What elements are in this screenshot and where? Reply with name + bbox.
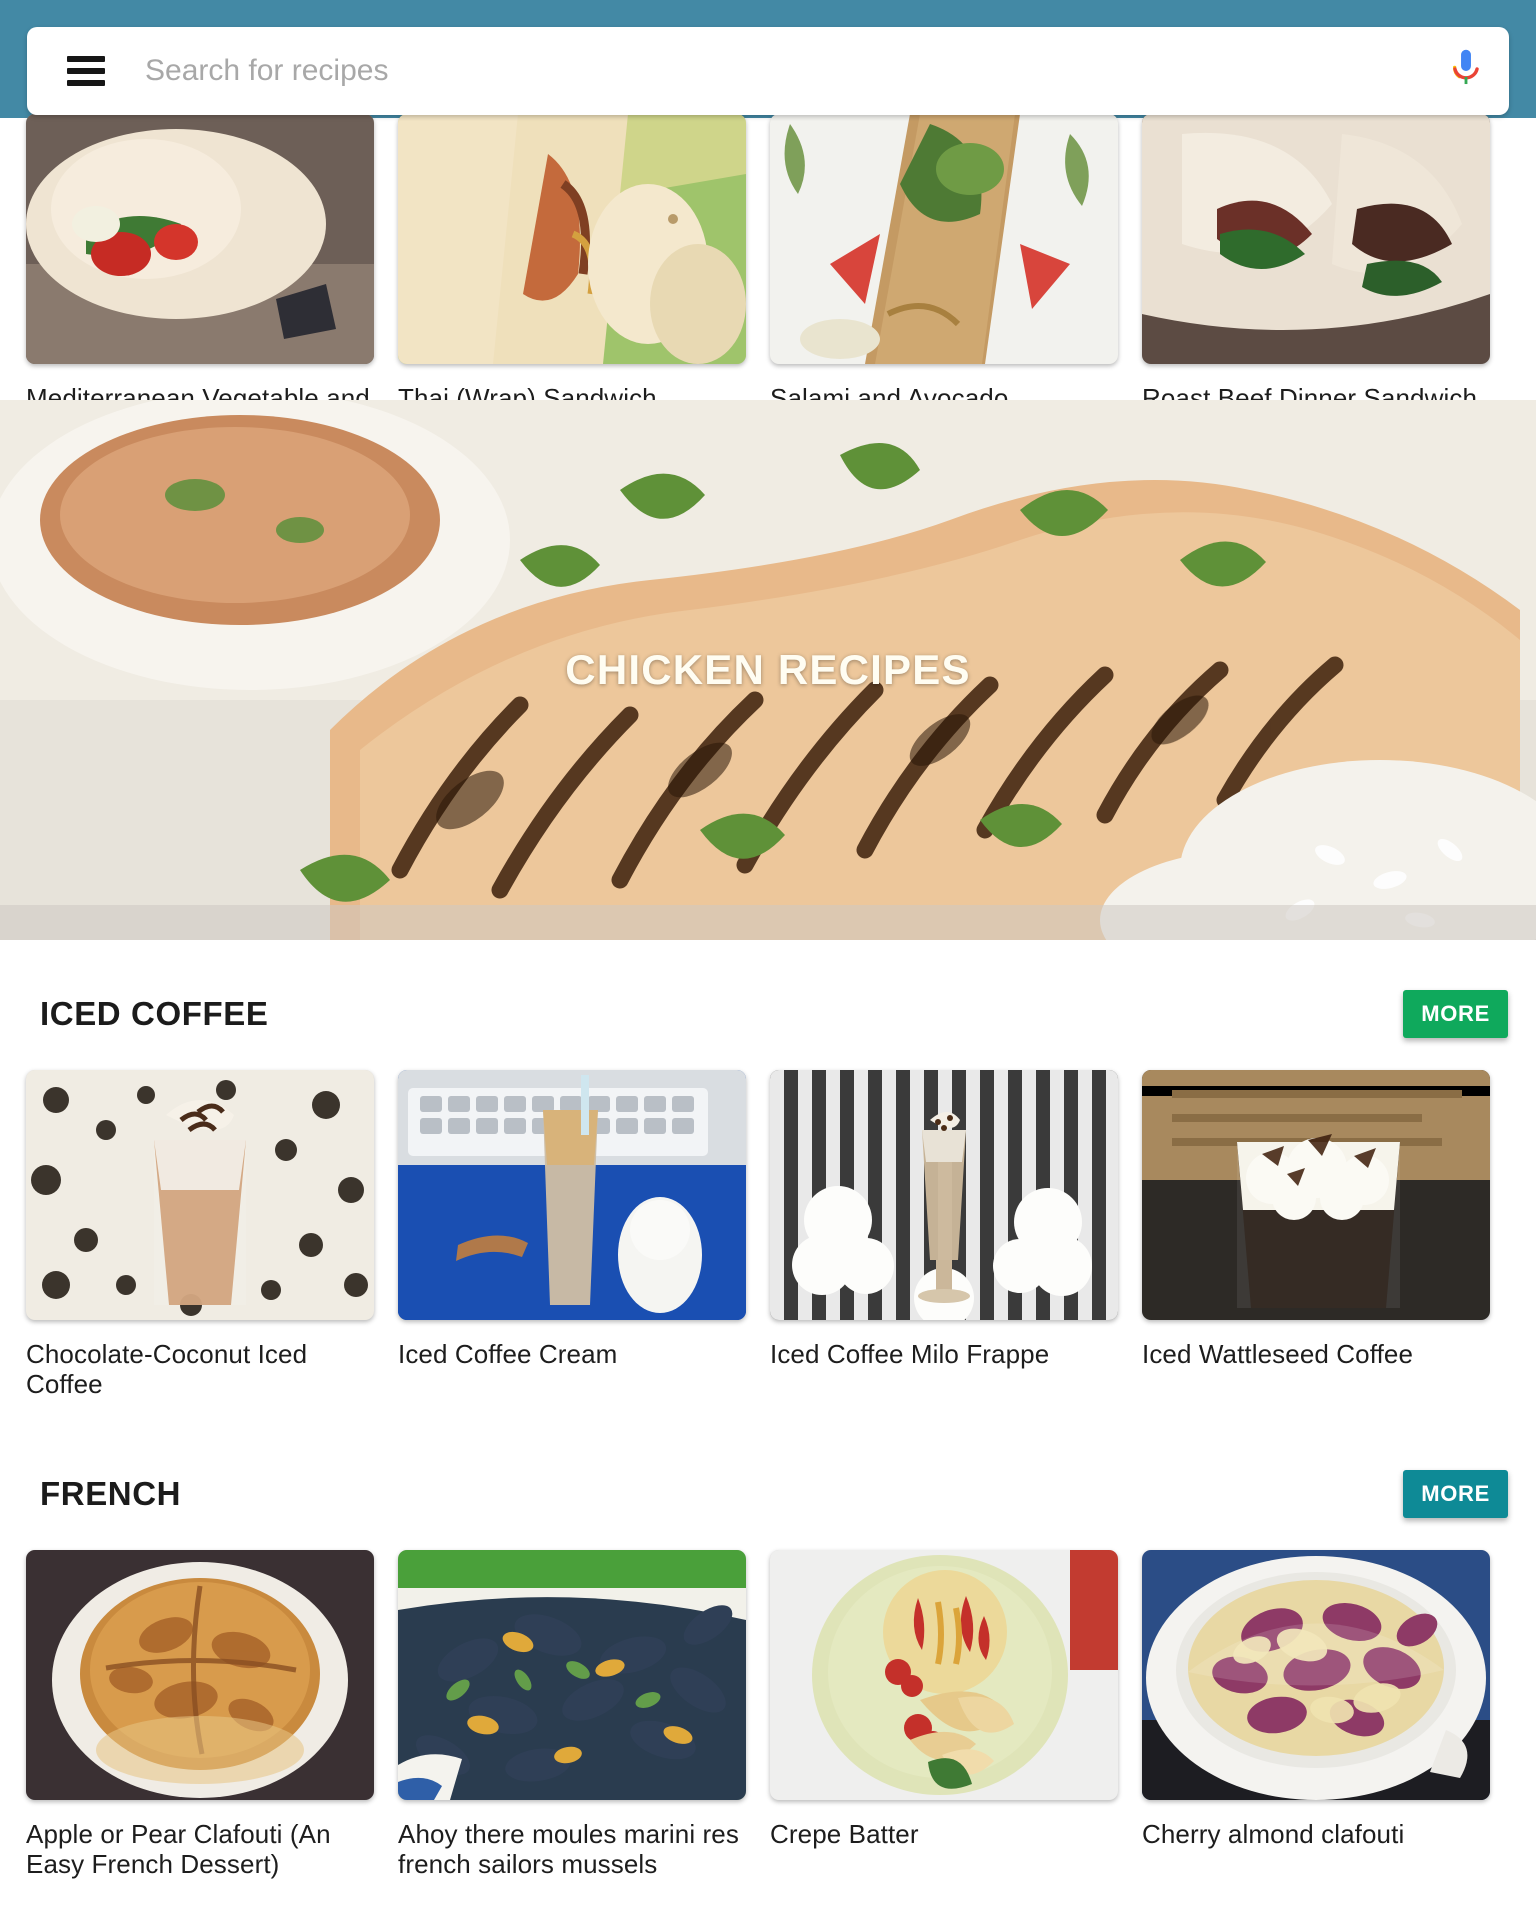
more-button-french[interactable]: MORE	[1403, 1470, 1508, 1518]
recipe-thumbnail[interactable]	[398, 114, 746, 364]
recipe-title: Iced Wattleseed Coffee	[1142, 1339, 1414, 1369]
recipe-thumbnail[interactable]	[398, 1070, 746, 1320]
recipe-card[interactable]: Apple or Pear Clafouti (An Easy French D…	[26, 1550, 374, 1879]
section-title: FRENCH	[40, 1475, 182, 1512]
section-header-french: FRENCH MORE	[0, 1462, 1536, 1526]
hamburger-menu-icon[interactable]	[67, 56, 105, 86]
hero-title: CHICKEN RECIPES	[565, 646, 971, 693]
recipe-title: Iced Coffee Milo Frappe	[770, 1339, 1050, 1369]
recipe-title: Apple or Pear Clafouti (An Easy French D…	[26, 1819, 331, 1880]
hero-banner-chicken-recipes[interactable]: CHICKEN RECIPES	[0, 400, 1536, 940]
recipe-thumbnail[interactable]	[26, 1550, 374, 1800]
recipe-card[interactable]: Cherry almond clafouti	[1142, 1550, 1490, 1879]
recipe-card[interactable]: Iced Wattleseed Coffee	[1142, 1070, 1490, 1399]
recipe-thumbnail[interactable]	[398, 1550, 746, 1800]
recipe-card[interactable]: Ahoy there moules marini res french sail…	[398, 1550, 746, 1879]
recipe-thumbnail[interactable]	[770, 1550, 1118, 1800]
recipe-thumbnail[interactable]	[26, 114, 374, 364]
recipe-app-screen: Mediterranean Vegetable and Chicken Sand…	[0, 0, 1536, 1919]
section-title: ICED COFFEE	[40, 995, 269, 1032]
google-microphone-icon[interactable]	[1449, 48, 1483, 94]
recipe-title: Cherry almond clafouti	[1142, 1819, 1405, 1849]
recipe-card[interactable]: Iced Coffee Milo Frappe	[770, 1070, 1118, 1399]
recipe-title: Crepe Batter	[770, 1819, 919, 1849]
recipe-thumbnail[interactable]	[1142, 1550, 1490, 1800]
recipe-thumbnail[interactable]	[770, 1070, 1118, 1320]
recipe-thumbnail[interactable]	[26, 1070, 374, 1320]
recipe-title: Chocolate-Coconut Iced Coffee	[26, 1339, 308, 1400]
recipe-thumbnail[interactable]	[1142, 1070, 1490, 1320]
iced-coffee-row: Chocolate-Coconut Iced Coffee Iced Coffe…	[0, 1070, 1536, 1399]
french-recipes-row: Apple or Pear Clafouti (An Easy French D…	[0, 1550, 1536, 1879]
search-input[interactable]	[145, 54, 1431, 88]
recipe-thumbnail[interactable]	[1142, 114, 1490, 364]
section-header-iced-coffee: ICED COFFEE MORE	[0, 982, 1536, 1046]
search-bar[interactable]	[27, 27, 1509, 115]
more-button-iced-coffee[interactable]: MORE	[1403, 990, 1508, 1038]
recipe-card[interactable]: Chocolate-Coconut Iced Coffee	[26, 1070, 374, 1399]
recipe-title: Ahoy there moules marini res french sail…	[398, 1819, 739, 1880]
recipe-card[interactable]: Crepe Batter	[770, 1550, 1118, 1879]
recipe-card[interactable]: Iced Coffee Cream	[398, 1070, 746, 1399]
recipe-title: Iced Coffee Cream	[398, 1339, 618, 1369]
recipe-thumbnail[interactable]	[770, 114, 1118, 364]
